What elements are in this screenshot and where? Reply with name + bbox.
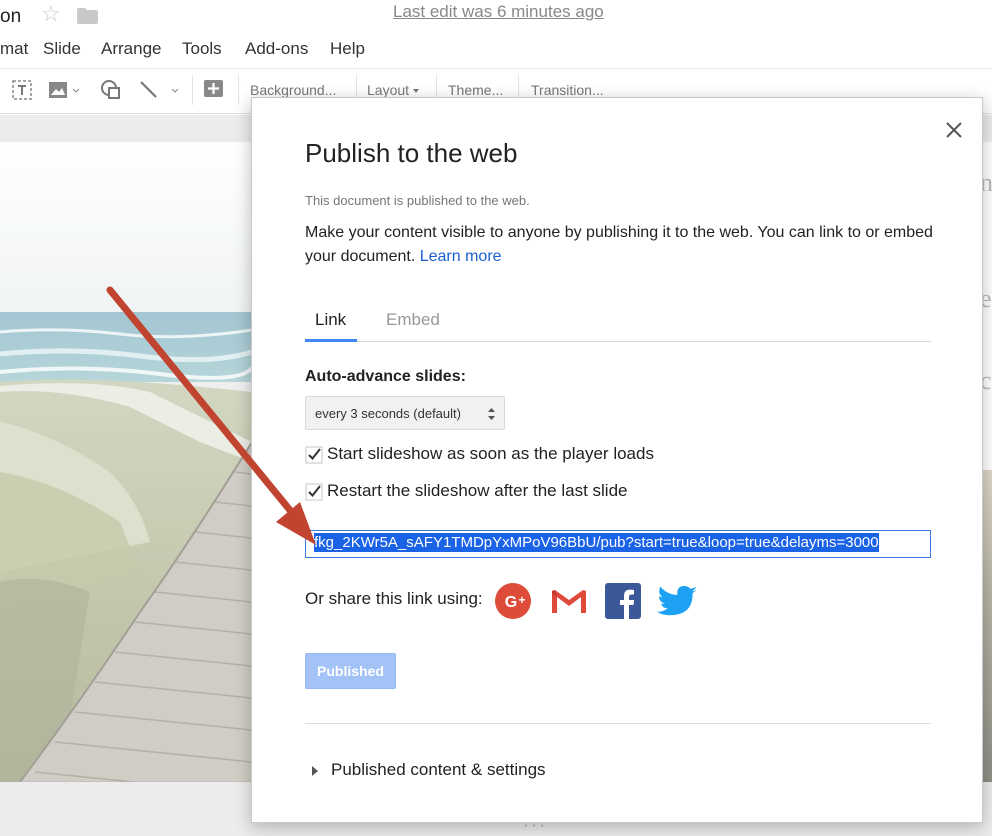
svg-text:G: G [505,594,517,611]
chevron-down-icon [413,89,420,94]
checkbox-checked-icon[interactable] [305,446,323,464]
close-icon[interactable] [944,120,964,140]
auto-advance-select[interactable]: every 3 seconds (default) [305,396,505,430]
image-icon[interactable] [48,79,80,101]
tab-embed[interactable]: Embed [386,310,440,330]
layout-label: Layout [367,82,410,98]
auto-advance-value: every 3 seconds (default) [315,406,461,421]
gmail-icon[interactable] [549,582,589,620]
shape-icon[interactable] [100,79,122,101]
auto-advance-label: Auto-advance slides: [305,368,466,385]
facebook-icon[interactable] [604,582,642,620]
tab-link[interactable]: Link [315,310,346,330]
theme-button[interactable]: Theme... [448,82,503,98]
new-slide-icon[interactable] [203,79,225,101]
layout-button[interactable]: Layout [367,82,420,98]
select-arrows-icon [488,408,495,420]
resize-handle[interactable]: • • • [524,821,545,832]
twitter-icon[interactable] [657,582,699,620]
transition-button[interactable]: Transition... [531,82,604,98]
published-button[interactable]: Published [305,653,396,689]
publish-tabs: Link Embed [305,298,931,342]
svg-text:+: + [518,593,525,607]
publish-url-text: fkg_2KWr5A_sAFY1TMDpYxMPoV96BbU/pub?star… [314,533,879,552]
checkbox-checked-icon[interactable] [305,483,323,501]
background-button[interactable]: Background... [250,82,336,98]
description-text: Make your content visible to anyone by p… [305,224,933,265]
start-slideshow-label: Start slideshow as soon as the player lo… [327,444,654,463]
share-label: Or share this link using: [305,589,483,608]
menu-arrange[interactable]: Arrange [101,39,161,59]
text-box-icon[interactable] [11,79,33,101]
slide-edge-image [982,470,992,782]
slide-image[interactable] [0,142,252,782]
publish-dialog: Publish to the web This document is publ… [251,97,983,823]
star-icon[interactable]: ☆ [41,3,61,25]
menu-slide[interactable]: Slide [43,39,81,59]
publish-status: This document is published to the web. [305,193,530,208]
last-edit-link[interactable]: Last edit was 6 minutes ago [393,2,604,22]
menu-format[interactable]: mat [0,39,28,59]
menu-help[interactable]: Help [330,39,365,59]
active-tab-indicator [305,339,357,342]
learn-more-link[interactable]: Learn more [420,248,502,265]
triangle-right-icon [312,766,318,776]
publish-url-field[interactable]: fkg_2KWr5A_sAFY1TMDpYxMPoV96BbU/pub?star… [305,530,931,558]
dialog-title: Publish to the web [305,138,518,168]
menu-tools[interactable]: Tools [182,39,222,59]
restart-slideshow-label: Restart the slideshow after the last sli… [327,481,628,500]
dialog-description: Make your content visible to anyone by p… [305,221,935,269]
section-divider [305,723,931,724]
published-settings-label: Published content & settings [331,760,546,779]
document-title[interactable]: on [0,6,21,28]
google-plus-icon[interactable]: G + [494,582,532,620]
folder-icon[interactable] [77,8,98,24]
menu-addons[interactable]: Add-ons [245,39,308,59]
line-icon[interactable] [138,79,182,101]
